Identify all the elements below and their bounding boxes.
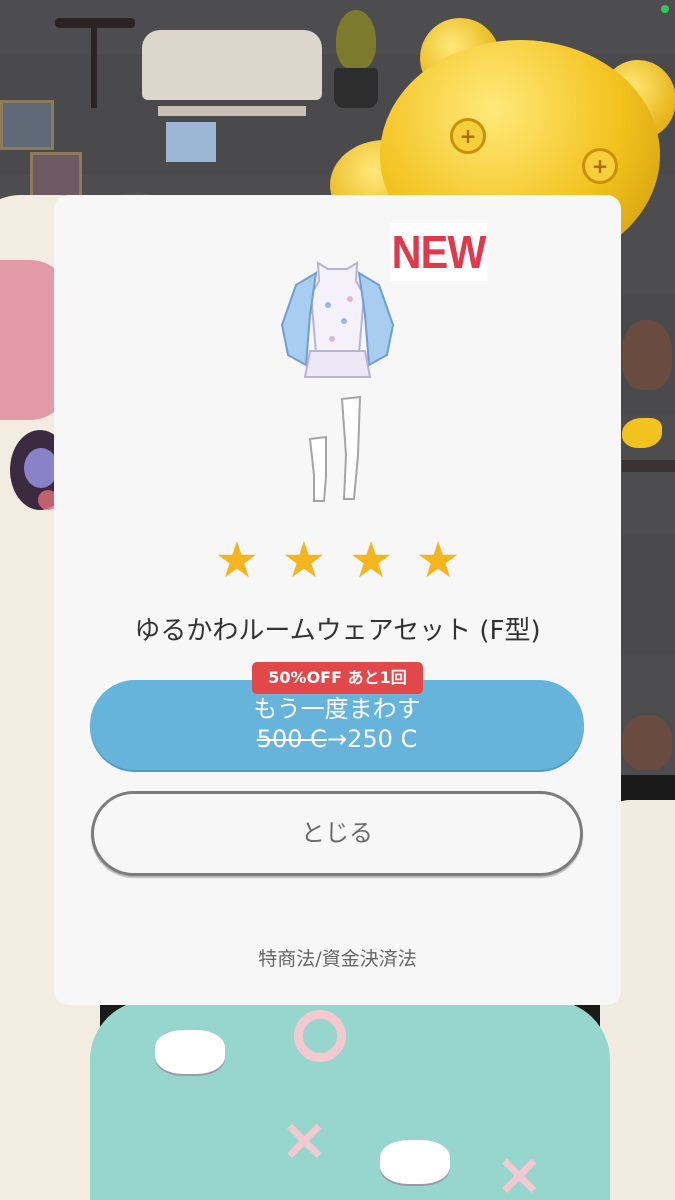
picture-frame [0, 100, 54, 150]
picture-frame [30, 152, 82, 198]
dress-bow [380, 1140, 450, 1184]
side-table [55, 18, 135, 108]
star-icon: ★ [348, 531, 394, 589]
teddy-bear [622, 320, 672, 390]
dress-bow [155, 1030, 225, 1074]
character-dress: × × [90, 1000, 610, 1200]
gold-bear-fragment [622, 418, 662, 448]
legal-notice-link[interactable]: 特商法/資金決済法 [54, 944, 621, 971]
star-icon: ★ [214, 531, 260, 589]
price-arrow: → [326, 725, 348, 753]
lamp [166, 122, 216, 162]
dress-pattern-circle [294, 1010, 346, 1062]
status-indicator [661, 5, 669, 13]
dress-pattern-cross: × [280, 1105, 329, 1173]
bear-button-eye-icon: + [582, 148, 618, 184]
spin-again-label: もう一度まわす [253, 695, 421, 723]
bear-button-eye-icon: + [450, 118, 486, 154]
sofa [142, 30, 322, 116]
discounted-price: 250 C [347, 725, 418, 753]
star-icon: ★ [281, 531, 327, 589]
teddy-bear [622, 715, 672, 770]
original-price: 500 C [256, 725, 327, 753]
room-wear-outfit-icon [280, 261, 395, 502]
star-icon: ★ [415, 531, 461, 589]
shelf [622, 460, 675, 472]
close-button[interactable]: とじる [91, 791, 583, 876]
dress-pattern-cross: × [495, 1140, 544, 1200]
discount-badge: 50%OFF あと1回 [252, 662, 423, 694]
spin-price: 500 C→250 C [90, 724, 584, 754]
rarity-stars: ★ ★ ★ ★ [0, 531, 675, 589]
item-name: ゆるかわルームウェアセット (F型) [134, 616, 541, 646]
